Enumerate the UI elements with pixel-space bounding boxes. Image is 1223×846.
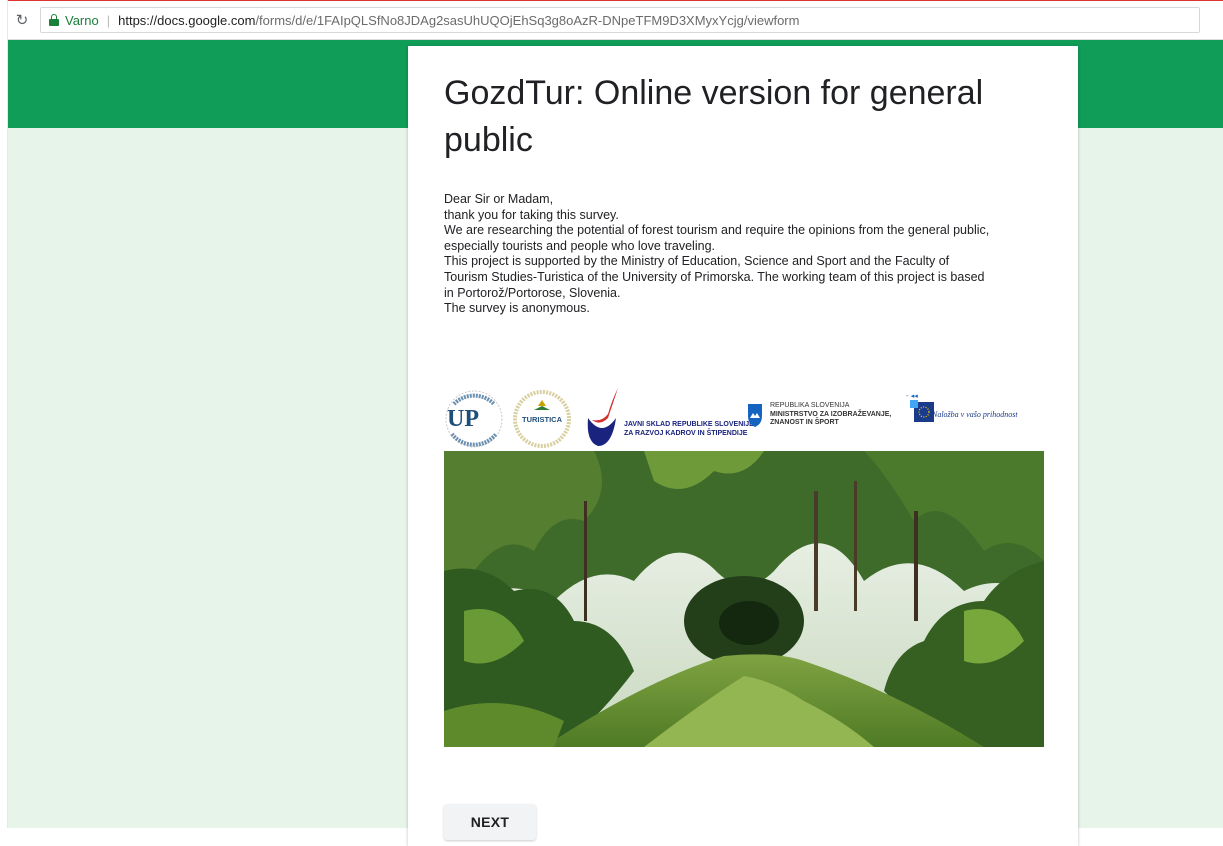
- slovenia-coat-of-arms-icon: [748, 404, 762, 427]
- university-of-primorska-logo: UP: [445, 390, 503, 448]
- ministry-text: REPUBLIKA SLOVENIJA MINISTRSTVO ZA IZOBR…: [770, 402, 891, 428]
- up-logo-text: UP: [447, 406, 479, 432]
- javni-sklad-text: JAVNI SKLAD REPUBLIKE SLOVENIJE ZA RAZVO…: [624, 420, 754, 438]
- turistica-logo-text: TURISTICA: [522, 415, 563, 424]
- eu-investment-text: Naložba v vašo prihodnost: [932, 410, 1018, 419]
- form-card: GozdTur: Online version for general publ…: [408, 46, 1078, 846]
- javni-sklad-logo: JAVNI SKLAD REPUBLIKE SLOVENIJE ZA RAZVO…: [584, 386, 754, 452]
- turistica-logo: TURISTICA: [513, 390, 571, 448]
- description-line: in Portorož/Portorose, Slovenia.: [444, 285, 621, 300]
- javni-sklad-emblem: [587, 388, 618, 446]
- form-description: Dear Sir or Madam, thank you for taking …: [444, 192, 1044, 317]
- lock-icon: [49, 14, 59, 26]
- description-line: thank you for taking this survey.: [444, 207, 619, 222]
- ministry-line1: REPUBLIKA SLOVENIJA: [770, 402, 850, 409]
- svg-text:- ◂◂: - ◂◂: [906, 392, 918, 400]
- secure-label: Varno: [65, 12, 99, 28]
- description-line: We are researching the potential of fore…: [444, 223, 990, 238]
- description-line: Tourism Studies-Turistica of the Univers…: [444, 269, 985, 284]
- sponsor-logos: UP TURISTICA JAVNI SKLAD REPUBLIKE SLOVE…: [444, 386, 1044, 454]
- javni-sklad-line1: JAVNI SKLAD REPUBLIKE SLOVENIJE: [624, 421, 754, 428]
- description-line: especially tourists and people who love …: [444, 238, 715, 253]
- url-separator: |: [106, 12, 111, 28]
- eu-flag-icon: - ◂◂: [906, 392, 934, 422]
- browser-toolbar: ↻ Varno | https://docs.google.com/forms/…: [0, 0, 1223, 40]
- eu-investment-logo: - ◂◂ Naložba v vašo prihodnost: [906, 386, 1044, 452]
- forest-path-photo: [444, 451, 1044, 747]
- javni-sklad-line2: ZA RAZVOJ KADROV IN ŠTIPENDIJE: [624, 430, 748, 437]
- description-line: This project is supported by the Ministr…: [444, 254, 950, 269]
- form-page: GozdTur: Online version for general publ…: [8, 40, 1223, 846]
- window-edge: [0, 0, 8, 828]
- form-title: GozdTur: Online version for general publ…: [444, 74, 984, 159]
- description-line: Dear Sir or Madam,: [444, 192, 554, 206]
- ministry-line2: MINISTRSTVO ZA IZOBRAŽEVANJE,: [770, 410, 892, 418]
- next-button[interactable]: NEXT: [444, 804, 536, 840]
- reload-icon[interactable]: ↻: [14, 11, 30, 29]
- url-host: https://docs.google.com: [118, 12, 256, 28]
- ministry-logo: REPUBLIKA SLOVENIJA MINISTRSTVO ZA IZOBR…: [746, 402, 896, 452]
- url-path: /forms/d/e/1FAIpQLSfNo8JDAg2sasUhUQOjEhS…: [255, 12, 800, 28]
- ministry-line3: ZNANOST IN ŠPORT: [770, 419, 839, 426]
- address-bar[interactable]: Varno | https://docs.google.com/forms/d/…: [40, 7, 1200, 33]
- description-line: The survey is anonymous.: [444, 301, 590, 316]
